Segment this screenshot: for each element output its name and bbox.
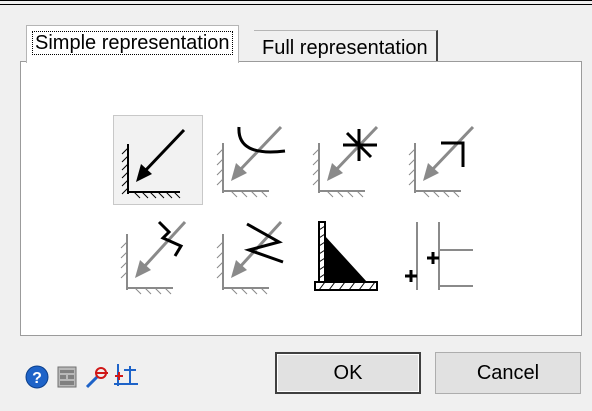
arc-arrow-symbol-icon (216, 125, 286, 198)
bracket-arrow-symbol-icon (120, 220, 187, 295)
symbol-star-arrow[interactable] (305, 115, 395, 205)
arrow-symbol-icon (121, 128, 186, 199)
symbol-panel (20, 61, 582, 336)
symbol-corner-arrow[interactable] (401, 115, 491, 205)
symbol-arrow[interactable] (113, 115, 203, 205)
tab-simple-label: Simple representation (32, 31, 233, 55)
tab-full-representation[interactable]: Full representation (254, 30, 438, 62)
symbol-arc-arrow[interactable] (209, 115, 299, 205)
help-icon[interactable]: ? (24, 364, 50, 390)
window-top-border (0, 0, 592, 5)
star-arrow-symbol-icon (312, 125, 379, 198)
library-icon[interactable] (54, 364, 80, 390)
pick-icon[interactable] (84, 364, 110, 390)
ok-button[interactable]: OK (275, 352, 421, 394)
tab-full-label: Full representation (262, 37, 428, 59)
symbol-zigzag-arrow[interactable] (209, 212, 299, 302)
zigzag-arrow-symbol-icon (216, 220, 284, 295)
axis-icon[interactable] (112, 362, 138, 388)
svg-text:?: ? (32, 370, 42, 387)
corner-arrow-symbol-icon (408, 125, 475, 198)
filled-triangle-symbol-icon (314, 221, 378, 291)
symbol-filled-triangle[interactable] (305, 212, 395, 302)
symbol-bracket-arrow[interactable] (113, 212, 203, 302)
cancel-button[interactable]: Cancel (435, 352, 581, 394)
plus-grid-symbol-icon (405, 222, 473, 290)
tab-simple-representation[interactable]: Simple representation (26, 25, 239, 63)
symbol-plus-grid[interactable] (401, 212, 491, 302)
